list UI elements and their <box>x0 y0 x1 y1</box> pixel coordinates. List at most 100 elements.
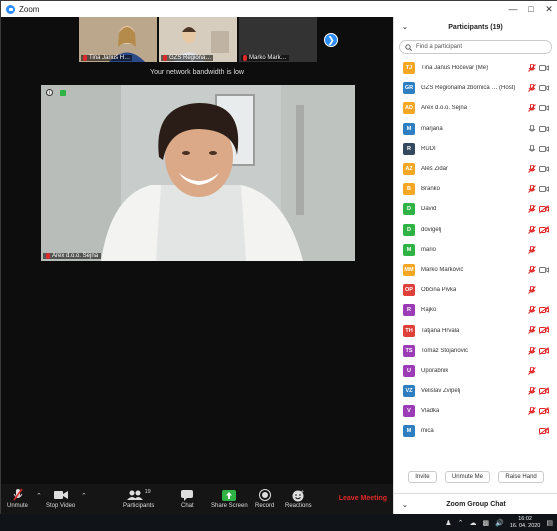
camera-off-icon <box>539 427 549 436</box>
camera-off-icon <box>539 407 549 416</box>
muted-mic-icon <box>528 245 536 254</box>
close-icon[interactable]: ✕ <box>540 1 557 17</box>
muted-mic-icon <box>528 225 536 234</box>
unmute-me-button[interactable]: Unmute Me <box>444 471 490 483</box>
participant-row[interactable]: TJ Tina Januš Hočevar (Me) <box>394 58 557 78</box>
participant-row[interactable]: Mmarjana <box>394 119 557 139</box>
thumbnail-strip: Tina Januš H… GZS Regiona… Marko Mark… <box>79 17 317 62</box>
participants-count: 19 <box>144 489 151 495</box>
tray-chevron-icon[interactable]: ⌃ <box>458 519 464 527</box>
participant-avatar: M <box>403 425 415 438</box>
participant-name: Branko <box>421 186 441 193</box>
participant-name: marjana <box>421 125 443 132</box>
participant-row[interactable]: AD Arex d.o.o. Sejna <box>394 98 557 118</box>
video-thumbnail[interactable]: GZS Regiona… <box>159 17 237 62</box>
camera-icon <box>539 266 549 273</box>
minimize-icon[interactable]: — <box>504 1 522 17</box>
participant-row[interactable]: R RUDI <box>394 139 557 159</box>
mic-icon <box>528 124 536 132</box>
reactions-button[interactable]: + Reactions <box>285 487 312 510</box>
group-chat-header[interactable]: ⌄ Zoom Group Chat <box>394 493 557 515</box>
security-shield-icon[interactable] <box>60 90 66 96</box>
network-icon[interactable]: ▩ <box>482 519 489 527</box>
participant-row[interactable]: TS Tomaz Stojanovic <box>394 341 557 361</box>
camera-off-icon <box>539 306 549 315</box>
share-screen-icon <box>222 489 237 501</box>
meeting-toolbar: Unmute ⌃ Stop Video ⌃ 19 Participants Ch… <box>1 484 393 515</box>
participant-row[interactable]: B Branko <box>394 179 557 199</box>
participant-row[interactable]: R Rajko <box>394 300 557 320</box>
participant-name: Tina Januš Hočevar (Me) <box>421 65 489 72</box>
camera-icon <box>539 125 549 132</box>
share-screen-label: Share Screen <box>211 503 248 509</box>
participant-avatar: TJ <box>403 62 415 75</box>
svg-text:+: + <box>301 489 304 495</box>
panel-actions: Invite Unmute Me Raise Hand <box>394 471 557 483</box>
participant-row[interactable]: VZ Velislav Zvipelj <box>394 381 557 401</box>
participant-row[interactable]: AZ Aleš Zidar <box>394 159 557 179</box>
invite-button[interactable]: Invite <box>408 471 437 483</box>
search-placeholder: Find a participant <box>416 44 463 50</box>
participant-name: Vladka <box>421 408 440 415</box>
volume-icon[interactable]: 🔊 <box>495 519 504 527</box>
info-icon[interactable]: i <box>46 89 53 96</box>
participants-panel: ⌄ Participants (19) Find a participant T… <box>393 17 557 515</box>
video-thumbnail[interactable]: Tina Januš H… <box>79 17 157 62</box>
participant-row[interactable]: D David <box>394 199 557 219</box>
video-thumbnail[interactable]: Marko Mark… <box>239 17 317 62</box>
participant-name: Uporabnik <box>421 367 449 374</box>
participant-name: Občina Pivka <box>421 287 457 294</box>
participant-name: GZS Regionalna zbornica … (Host) <box>421 85 516 92</box>
participant-row[interactable]: MM Marko Markovič <box>394 260 557 280</box>
stop-video-button[interactable]: Stop Video <box>46 487 75 509</box>
video-camera-icon <box>53 491 68 499</box>
participant-row[interactable]: U Uporabnik <box>394 361 557 381</box>
muted-mic-icon <box>528 306 536 315</box>
participant-name: GZS Regiona… <box>169 55 212 61</box>
participant-row[interactable]: OP Občina Pivka <box>394 280 557 300</box>
participant-name: mario <box>421 246 437 253</box>
camera-off-icon <box>539 225 549 234</box>
participant-avatar: V <box>403 405 415 418</box>
participant-name-tag: GZS Regiona… <box>161 55 214 61</box>
participant-row[interactable]: TH Tatjana Hrvala <box>394 320 557 340</box>
muted-mic-icon <box>528 104 536 113</box>
participant-avatar: OP <box>403 284 415 297</box>
reactions-label: Reactions <box>285 503 312 509</box>
chat-button[interactable]: Chat <box>181 487 194 509</box>
leave-meeting-button[interactable]: Leave Meeting <box>339 495 387 502</box>
participant-row[interactable]: Mmario <box>394 240 557 260</box>
chat-collapse-chevron-icon[interactable]: ⌄ <box>402 501 408 509</box>
participant-name: Tomaz Stojanovic <box>421 347 469 354</box>
participant-avatar: AZ <box>403 163 415 176</box>
participant-row[interactable]: V Vladka <box>394 401 557 421</box>
participant-avatar: MM <box>403 263 415 276</box>
camera-icon <box>539 165 549 172</box>
record-button[interactable]: Record <box>255 487 274 509</box>
muted-mic-icon <box>528 286 536 294</box>
person-icon[interactable]: ♟ <box>445 519 451 527</box>
collapse-chevron-icon[interactable]: ⌄ <box>402 23 408 31</box>
share-screen-button[interactable]: Share Screen <box>211 487 248 509</box>
participant-search-input[interactable]: Find a participant <box>399 40 552 54</box>
unmute-button[interactable]: Unmute <box>7 487 28 509</box>
muted-mic-icon <box>46 253 50 259</box>
video-options-chevron-icon[interactable]: ⌃ <box>81 492 87 500</box>
clock[interactable]: 16:02 16. 04. 2020 <box>510 516 541 530</box>
audio-options-chevron-icon[interactable]: ⌃ <box>36 492 42 500</box>
maximize-icon[interactable]: □ <box>522 1 540 17</box>
participants-button[interactable]: 19 Participants <box>123 487 154 509</box>
cloud-icon[interactable]: ☁ <box>469 519 476 527</box>
participant-row[interactable]: Mmica <box>394 421 557 441</box>
raise-hand-button[interactable]: Raise Hand <box>498 471 544 483</box>
next-page-arrow-icon[interactable]: ❯ <box>324 33 338 47</box>
participant-row[interactable]: Ddovigelj <box>394 220 557 240</box>
participant-row[interactable]: GR GZS Regionalna zbornica … (Host) <box>394 78 557 98</box>
active-speaker-video[interactable]: i Arex d.o.o. Sejna <box>41 85 355 261</box>
zoom-window: Zoom — □ ✕ Tina Januš H… GZS Regiona… Ma… <box>0 0 557 515</box>
speaker-name: Arex d.o.o. Sejna <box>52 253 99 259</box>
notifications-icon[interactable]: ▤ <box>546 519 553 527</box>
participant-avatar: D <box>403 203 415 216</box>
window-title: Zoom <box>19 4 40 14</box>
participants-title: Participants (19) <box>448 23 503 31</box>
